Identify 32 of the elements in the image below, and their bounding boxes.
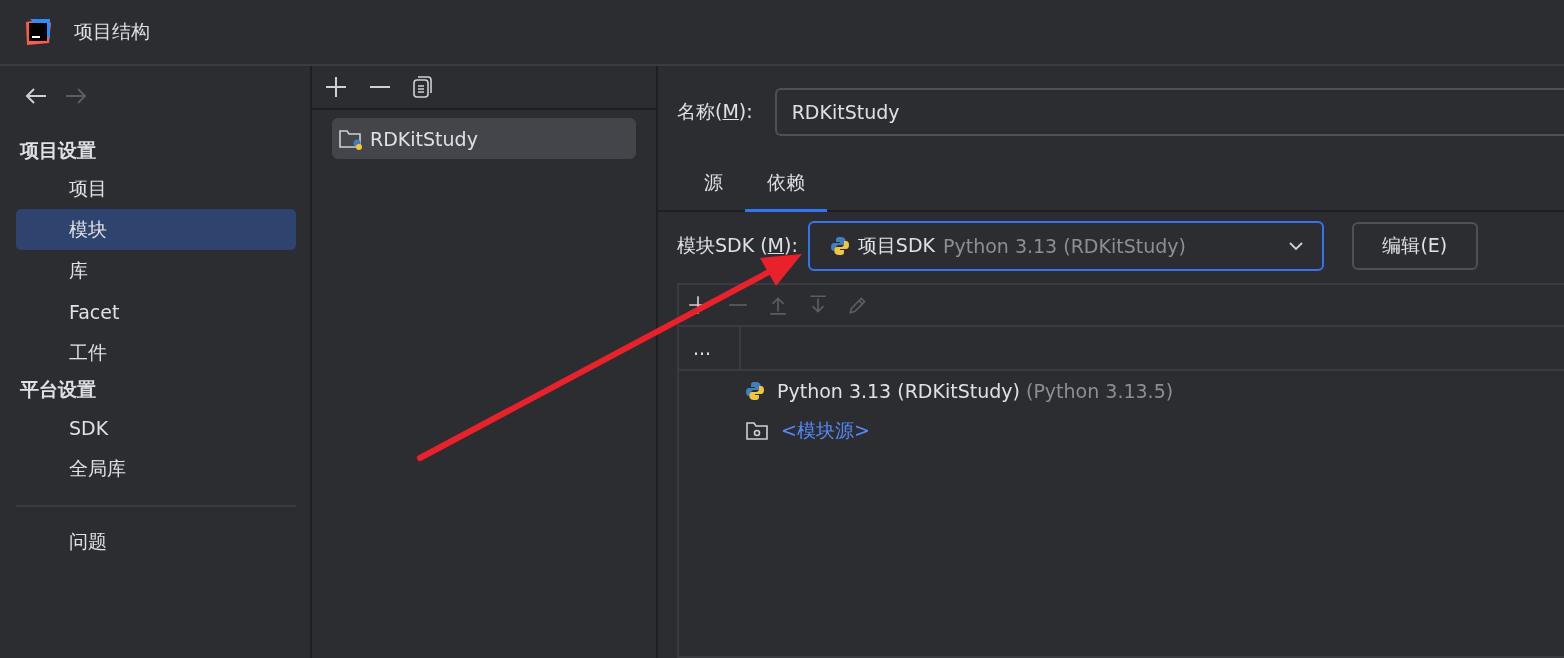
section-header: 项目设置 (18, 138, 97, 163)
sdk-entry[interactable]: Python 3.13 (RDKitStudy) (Python 3.13.5) (777, 380, 1174, 402)
back-arrow-icon[interactable] (24, 86, 48, 106)
edit-button[interactable]: 编辑(E) (1351, 222, 1478, 270)
sidebar-item[interactable]: 项目 (16, 168, 296, 209)
tab[interactable]: 依赖 (745, 156, 827, 212)
name-input-field[interactable]: RDKitStudy (774, 88, 1564, 136)
sidebar-item[interactable]: 工件 (16, 332, 296, 373)
app-logo-icon (24, 18, 52, 46)
chevron-down-icon (1287, 241, 1304, 251)
module-source-link[interactable]: <模块源> (781, 418, 870, 444)
module-item[interactable]: RDKitStudy (332, 118, 636, 159)
sidebar-item[interactable]: Facet (16, 291, 296, 332)
add-icon[interactable] (324, 75, 348, 99)
module-sdk-label: 模块SDK (M): (677, 233, 798, 258)
sdk-dropdown[interactable]: 项目SDK Python 3.13 (RDKitStudy) (807, 221, 1324, 271)
sidebar-item[interactable]: 全局库 (16, 448, 296, 489)
name-label: 名称(M): (677, 99, 753, 124)
section-header: 平台设置 (19, 377, 97, 402)
sidebar-item[interactable]: 库 (16, 250, 296, 291)
folder-icon (745, 420, 769, 442)
sdk-detail: Python 3.13 (RDKitStudy) (943, 235, 1186, 257)
column-header: ... (679, 327, 741, 369)
tab[interactable]: 源 (682, 156, 745, 212)
sidebar-item[interactable]: SDK (16, 407, 296, 448)
sdk-value: 项目SDK (857, 233, 935, 258)
sidebar-item[interactable]: 模块 (16, 209, 296, 250)
copy-icon[interactable] (412, 75, 434, 99)
python-icon (745, 381, 765, 401)
sidebar-item[interactable]: 问题 (16, 521, 296, 562)
python-icon (829, 236, 850, 256)
window-title: 项目结构 (74, 19, 150, 44)
